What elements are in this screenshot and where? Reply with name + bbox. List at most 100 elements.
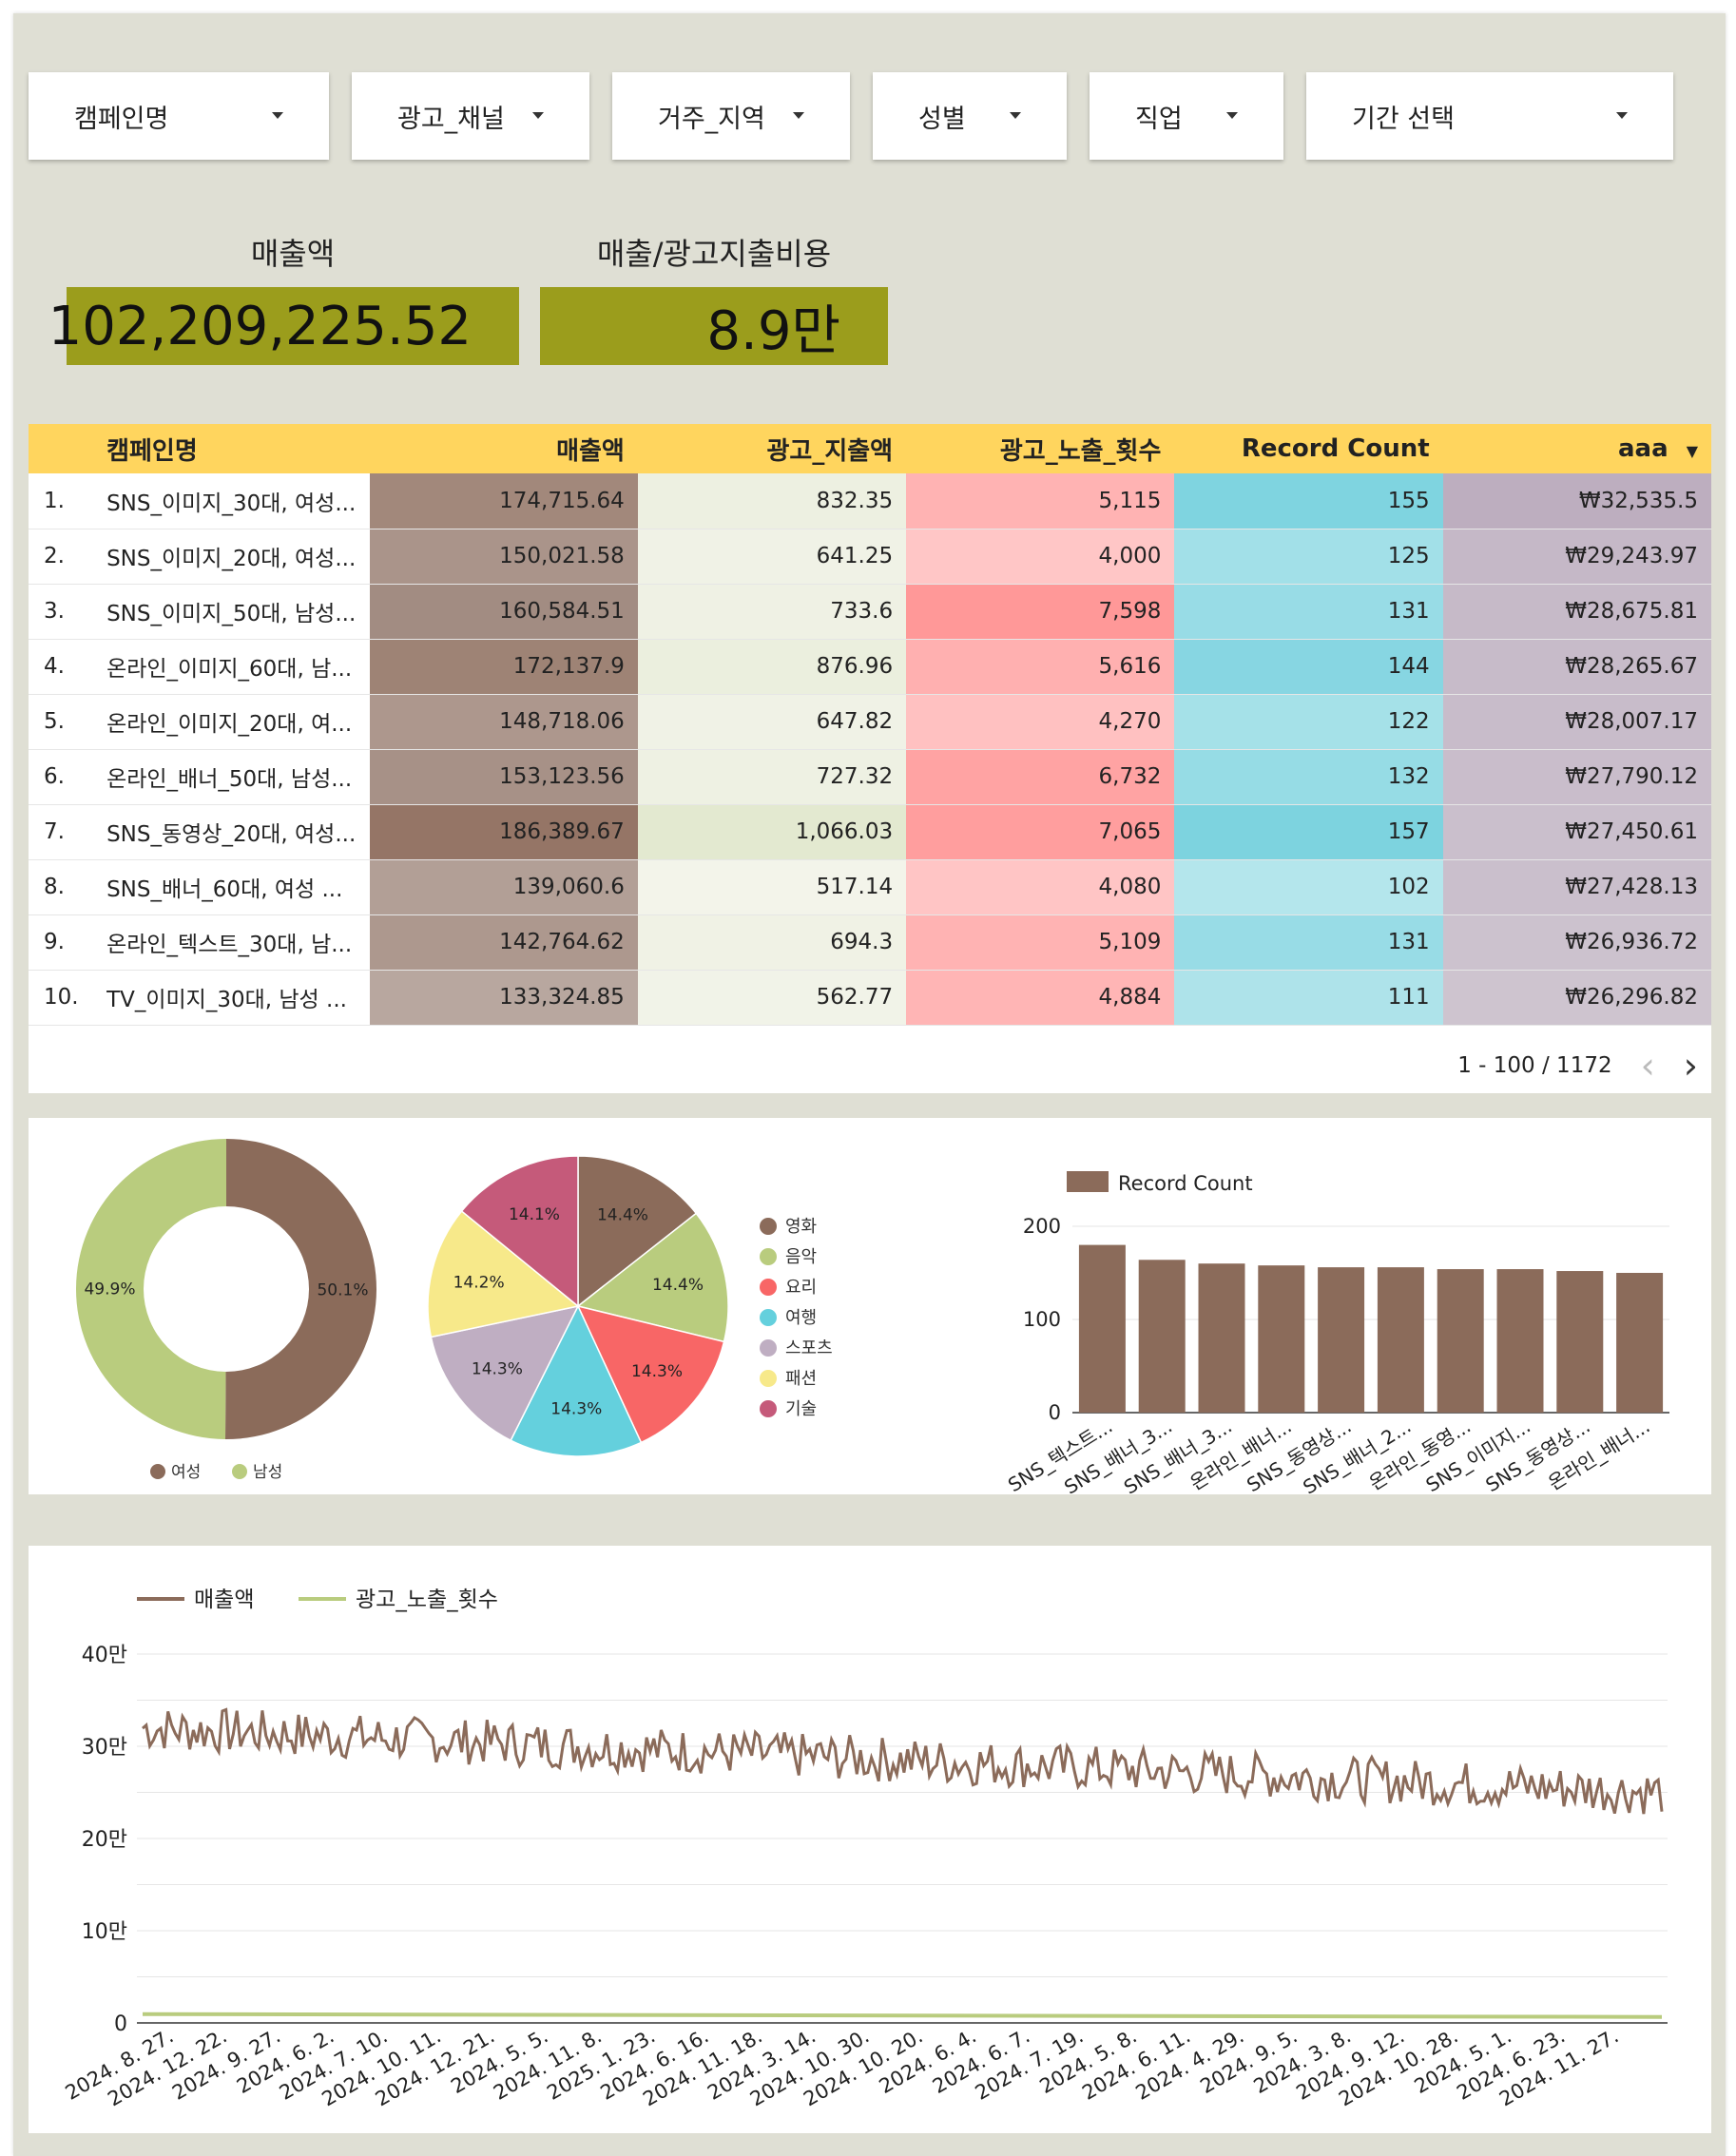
campaign-name-cell: TV_이미지_30대, 남성 ... — [106, 970, 370, 1026]
value-cell: 144 — [1174, 639, 1443, 695]
value-cell: ₩28,007.17 — [1442, 694, 1711, 750]
campaign-name-cell: 온라인_배너_50대, 남성... — [106, 749, 370, 805]
row-index: 8. — [29, 859, 107, 915]
table-row[interactable]: 3. SNS_이미지_50대, 남성... 160,584.51 733.6 7,598… — [29, 584, 1711, 640]
value-cell: 727.32 — [637, 749, 907, 805]
filter-dropdown[interactable]: 기간 선택 — [1306, 72, 1673, 160]
record-count-bar[interactable] — [1078, 1244, 1126, 1413]
line-y-tick: 10만 — [82, 1920, 127, 1944]
filter-label: 거주_지역 — [658, 104, 765, 134]
table-row[interactable]: 5. 온라인_이미지_20대, 여... 148,718.06 647.82 4,270… — [29, 694, 1711, 750]
value-cell: 139,060.6 — [369, 859, 638, 915]
caret-down-icon — [1616, 112, 1628, 119]
filter-label: 광고_채널 — [397, 104, 505, 134]
filter-label: 직업 — [1135, 104, 1183, 134]
value-cell: 694.3 — [637, 914, 907, 971]
record-count-bar[interactable] — [1496, 1269, 1544, 1413]
value-cell: 150,021.58 — [369, 529, 638, 585]
table-row[interactable]: 2. SNS_이미지_20대, 여성... 150,021.58 641.25 4,00… — [29, 529, 1711, 585]
hobby-slice-label: 14.2% — [453, 1274, 505, 1293]
value-cell: ₩32,535.5 — [1442, 473, 1711, 529]
legend-swatch-icon — [232, 1464, 247, 1479]
hobby-legend-label: 스포츠 — [785, 1338, 833, 1358]
gender-slice-label: 50.1% — [317, 1280, 368, 1299]
table-row[interactable]: 4. 온라인_이미지_60대, 남... 172,137.9 876.96 5,616 1… — [29, 639, 1711, 695]
next-page-icon[interactable]: › — [1684, 1045, 1698, 1087]
pagination: 1 - 100 / 1172 ‹ › — [1457, 1038, 1698, 1093]
row-index: 7. — [29, 804, 107, 860]
row-index: 1. — [29, 473, 107, 529]
legend-swatch-icon — [1067, 1171, 1109, 1192]
value-cell: 876.96 — [637, 639, 907, 695]
row-index: 6. — [29, 749, 107, 805]
hobby-legend-label: 요리 — [785, 1278, 817, 1298]
value-cell: 157 — [1174, 804, 1443, 860]
filter-dropdown[interactable]: 거주_지역 — [612, 72, 850, 160]
table-row[interactable]: 10. TV_이미지_30대, 남성 ... 133,324.85 562.77 4,8… — [29, 970, 1711, 1026]
header-revenue[interactable]: 매출액 — [369, 424, 638, 473]
campaign-name-cell: SNS_동영상_20대, 여성... — [106, 804, 370, 860]
value-cell: ₩26,936.72 — [1442, 914, 1711, 971]
gender-slice-label: 49.9% — [84, 1280, 135, 1299]
line-y-tick: 0 — [114, 2012, 127, 2036]
header-aaa[interactable]: aaa ▼ — [1442, 424, 1711, 473]
hobby-legend-label: 패션 — [785, 1369, 817, 1389]
filter-dropdown[interactable]: 캠페인명 — [29, 72, 329, 160]
record-count-bar[interactable] — [1258, 1265, 1305, 1413]
value-cell: 4,270 — [906, 694, 1175, 750]
value-cell: 733.6 — [637, 584, 907, 640]
value-cell: 172,137.9 — [369, 639, 638, 695]
legend-swatch-icon — [760, 1279, 777, 1296]
caret-down-icon — [1226, 112, 1238, 119]
record-count-bar[interactable] — [1437, 1269, 1484, 1413]
table-row[interactable]: 9. 온라인_텍스트_30대, 남... 142,764.62 694.3 5,109 1… — [29, 914, 1711, 971]
impressions-line[interactable] — [142, 2012, 1663, 2019]
table-row[interactable]: 6. 온라인_배너_50대, 남성... 153,123.56 727.32 6,732… — [29, 749, 1711, 805]
filter-dropdown[interactable]: 직업 — [1090, 72, 1283, 160]
value-cell: 132 — [1174, 749, 1443, 805]
revenue-line[interactable] — [142, 1707, 1664, 1815]
header-impressions[interactable]: 광고_노출_횟수 — [906, 424, 1175, 473]
record-count-bar[interactable] — [1377, 1267, 1424, 1413]
header-record-count[interactable]: Record Count — [1174, 424, 1443, 473]
line-y-tick: 30만 — [82, 1736, 127, 1760]
revenue-kpi-value: 102,209,225.52 — [48, 287, 519, 365]
table-row[interactable]: 7. SNS_동영상_20대, 여성... 186,389.67 1,066.03 7,… — [29, 804, 1711, 860]
value-cell: 186,389.67 — [369, 804, 638, 860]
hobby-slice-label: 14.1% — [509, 1205, 560, 1224]
value-cell: 133,324.85 — [369, 970, 638, 1026]
value-cell: ₩27,450.61 — [1442, 804, 1711, 860]
table-row[interactable]: 8. SNS_배너_60대, 여성 ... 139,060.6 517.14 4,080… — [29, 859, 1711, 915]
header-spend[interactable]: 광고_지출액 — [637, 424, 907, 473]
value-cell: 6,732 — [906, 749, 1175, 805]
hobby-legend-label: 기술 — [785, 1399, 817, 1419]
record-count-bar[interactable] — [1318, 1267, 1365, 1413]
value-cell: 174,715.64 — [369, 473, 638, 529]
hobby-legend-label: 여행 — [785, 1308, 817, 1328]
record-count-bar[interactable] — [1138, 1260, 1186, 1413]
header-campaign[interactable]: 캠페인명 — [106, 424, 370, 473]
record-count-bar[interactable] — [1616, 1273, 1664, 1413]
sort-desc-icon[interactable]: ▼ — [1687, 442, 1698, 460]
value-cell: 102 — [1174, 859, 1443, 915]
legend-swatch-icon — [760, 1339, 777, 1357]
value-cell: ₩28,675.81 — [1442, 584, 1711, 640]
value-cell: 160,584.51 — [369, 584, 638, 640]
record-count-bar[interactable] — [1198, 1263, 1245, 1413]
value-cell: ₩28,265.67 — [1442, 639, 1711, 695]
caret-down-icon — [532, 112, 544, 119]
caret-down-icon — [793, 112, 804, 119]
legend-swatch-icon — [760, 1400, 777, 1417]
bar-legend-label: Record Count — [1118, 1172, 1253, 1195]
prev-page-icon[interactable]: ‹ — [1641, 1045, 1655, 1087]
value-cell: 647.82 — [637, 694, 907, 750]
value-cell: 4,080 — [906, 859, 1175, 915]
filter-dropdown[interactable]: 광고_채널 — [352, 72, 589, 160]
legend-swatch-icon — [760, 1370, 777, 1387]
value-cell: 7,065 — [906, 804, 1175, 860]
table-row[interactable]: 1. SNS_이미지_30대, 여성... 174,715.64 832.35 5,11… — [29, 473, 1711, 529]
legend-swatch-icon — [760, 1248, 777, 1265]
record-count-bar[interactable] — [1556, 1271, 1604, 1413]
value-cell: ₩27,790.12 — [1442, 749, 1711, 805]
filter-dropdown[interactable]: 성별 — [873, 72, 1067, 160]
